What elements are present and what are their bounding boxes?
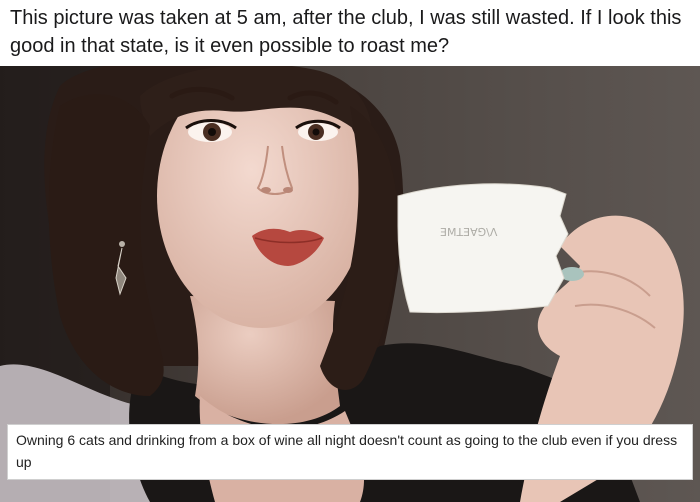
roast-comment-box: Owning 6 cats and drinking from a box of… [7,424,693,480]
roast-comment-text: Owning 6 cats and drinking from a box of… [16,432,678,470]
earring-hook [119,241,125,247]
post-title: This picture was taken at 5 am, after th… [10,7,682,57]
paper-note [397,183,569,314]
paper-note-text: ƎMꓕƎꓯ⅁\ꓥ [440,226,498,239]
post-header: This picture was taken at 5 am, after th… [0,0,700,66]
